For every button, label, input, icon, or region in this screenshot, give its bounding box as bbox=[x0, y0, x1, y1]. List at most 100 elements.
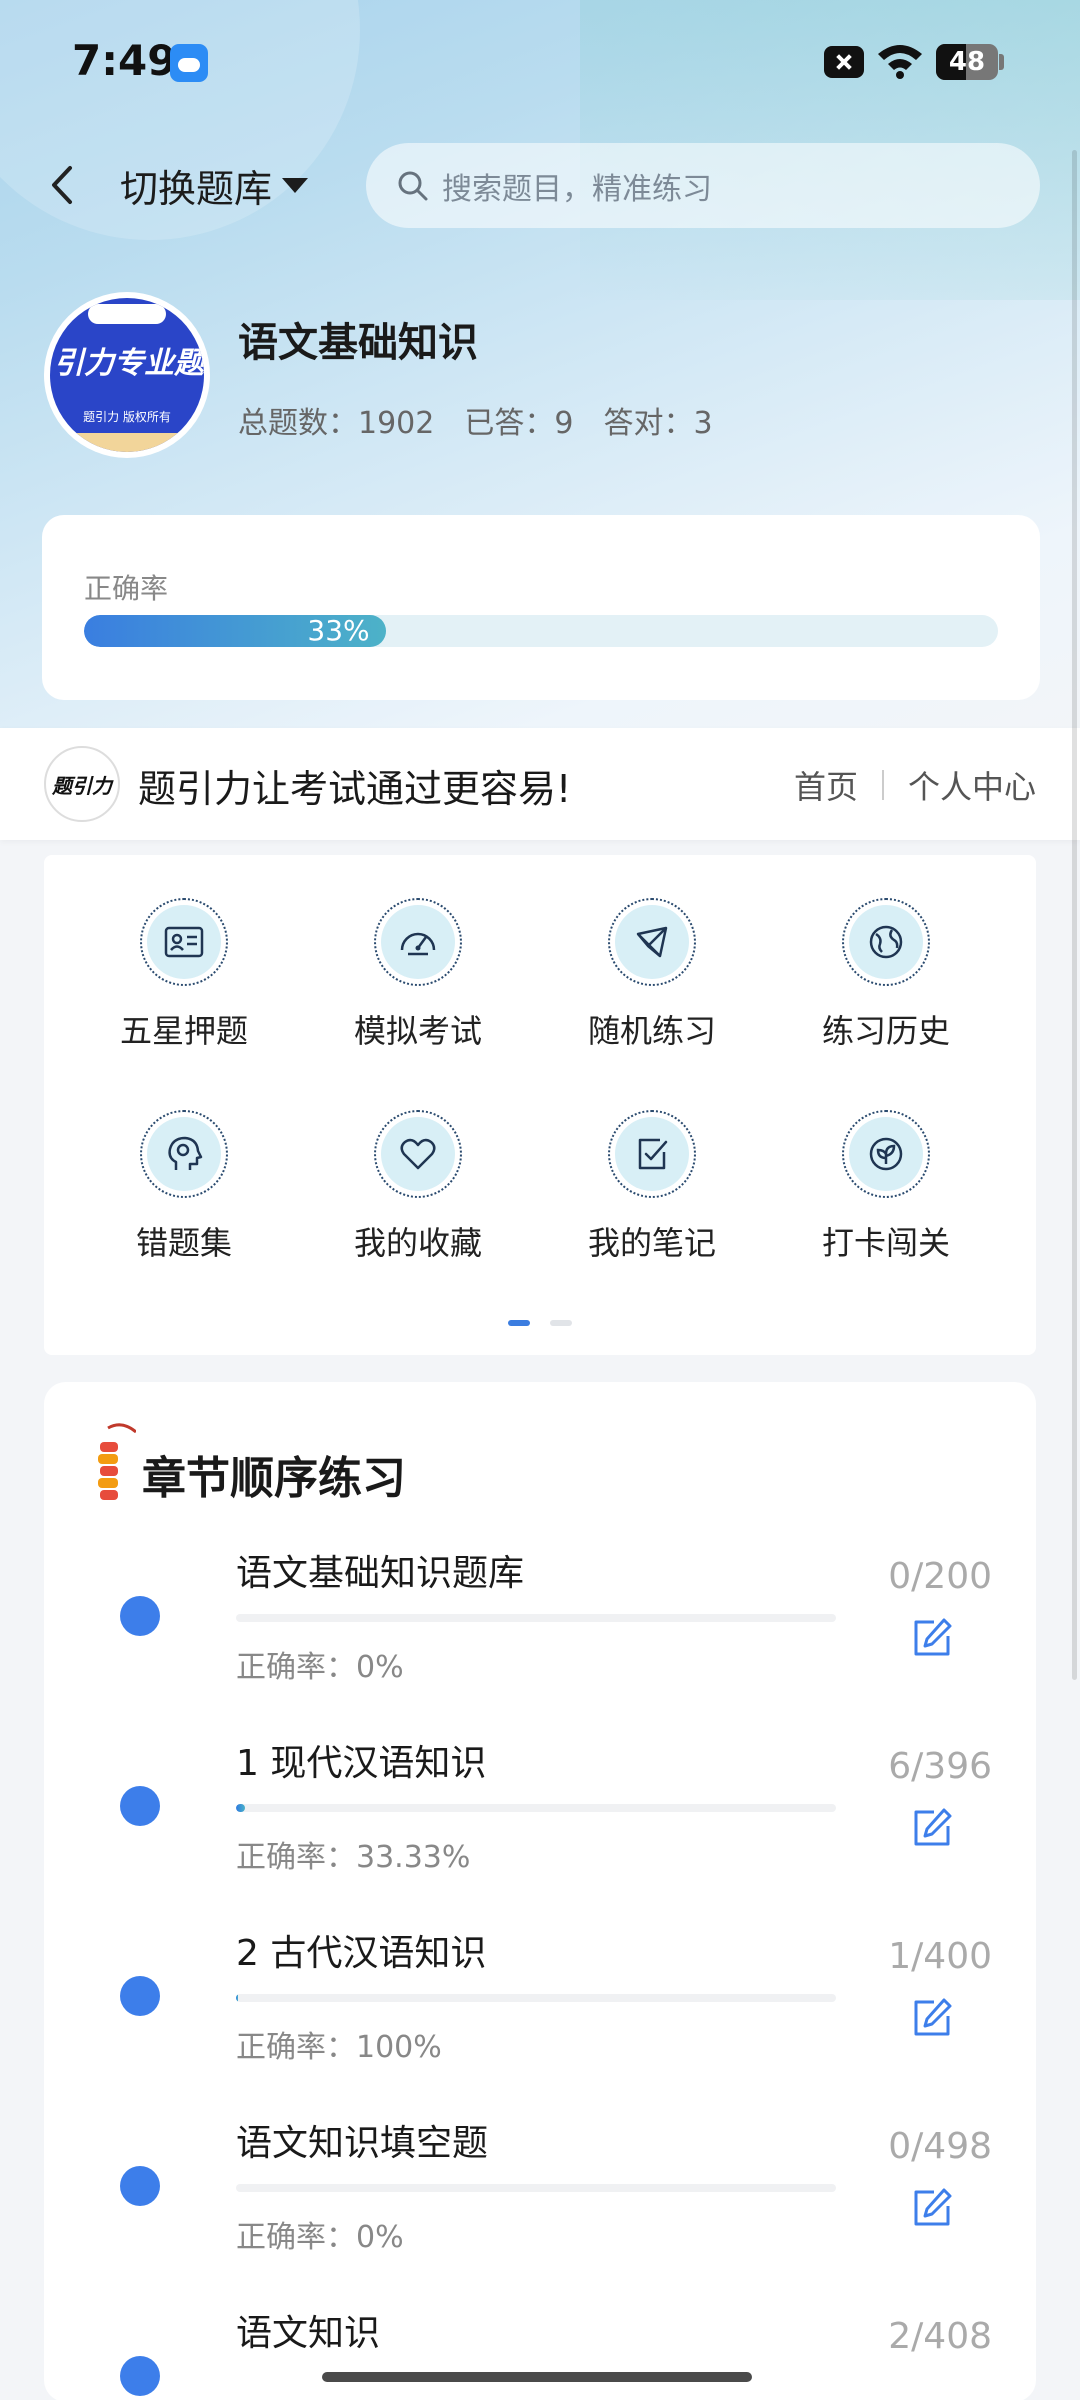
feature-label: 模拟考试 bbox=[353, 1012, 482, 1050]
search-icon bbox=[398, 171, 428, 200]
chapter-bullet bbox=[120, 1976, 160, 2016]
nav-profile-link[interactable]: 个人中心 bbox=[908, 762, 1036, 808]
firecracker-icon bbox=[98, 1423, 136, 1500]
chapter-progress-fill bbox=[236, 1994, 238, 2002]
accuracy-label: 正确率 bbox=[84, 572, 169, 605]
chapter-count: 1/400 bbox=[888, 1936, 992, 1977]
switch-bank-label: 切换题库 bbox=[120, 166, 273, 211]
leaf-badge-icon bbox=[869, 1137, 903, 1171]
chapter-accuracy: 正确率：0% bbox=[236, 1650, 404, 1685]
feature-mock-exam[interactable]: 模拟考试 bbox=[323, 898, 513, 1052]
chapter-accuracy: 正确率：33.33% bbox=[236, 1840, 471, 1875]
bank-logo-subtitle: 题引力 版权所有 bbox=[83, 410, 171, 424]
chapter-section-title: 章节顺序练习 bbox=[142, 1453, 406, 1504]
feature-label: 随机练习 bbox=[587, 1012, 716, 1050]
note-check-icon bbox=[638, 1138, 668, 1170]
edit-icon[interactable] bbox=[910, 2186, 954, 2230]
chapter-name: 2 古代汉语知识 bbox=[236, 1933, 487, 1974]
feature-label: 练习历史 bbox=[821, 1012, 950, 1050]
page-dot bbox=[550, 1320, 572, 1326]
chapter-count: 0/498 bbox=[888, 2126, 992, 2167]
chapter-progress-track bbox=[236, 2184, 836, 2192]
answered-count: 已答：9 bbox=[464, 406, 574, 441]
chapter-name: 语文知识 bbox=[236, 2313, 381, 2354]
battery-icon: 48 bbox=[936, 44, 998, 80]
bank-title: 语文基础知识 bbox=[238, 320, 478, 366]
page-indicator bbox=[508, 1320, 572, 1326]
bank-logo-title: 引力专业题 bbox=[54, 346, 204, 381]
chapter-row[interactable]: 2 古代汉语知识 正确率：100% 1/400 bbox=[44, 1924, 1036, 2114]
gauge-icon bbox=[400, 932, 436, 956]
chapter-bullet bbox=[120, 2356, 160, 2396]
chapter-bullet bbox=[120, 2166, 160, 2206]
search-placeholder: 搜索题目，精准练习 bbox=[442, 171, 712, 207]
chapter-row[interactable]: 语文知识 2/408 bbox=[44, 2304, 1036, 2400]
caret-down-icon bbox=[282, 177, 309, 193]
chapter-row[interactable]: 1 现代汉语知识 正确率：33.33% 6/396 bbox=[44, 1734, 1036, 1924]
chapter-count: 6/396 bbox=[888, 1746, 992, 1787]
battery-level: 48 bbox=[948, 47, 986, 77]
chapter-progress-track bbox=[236, 1804, 836, 1812]
slogan-text: 题引力让考试通过更容易! bbox=[138, 767, 572, 811]
chapter-count: 2/408 bbox=[888, 2316, 992, 2357]
battery-tip bbox=[999, 54, 1004, 70]
edit-icon[interactable] bbox=[910, 1616, 954, 1660]
chapter-name: 语文基础知识题库 bbox=[236, 1553, 525, 1594]
feature-favorites[interactable]: 我的收藏 bbox=[323, 1110, 513, 1264]
chapter-count: 0/200 bbox=[888, 1556, 992, 1597]
feature-history[interactable]: 练习历史 bbox=[791, 898, 981, 1052]
heart-icon bbox=[400, 1138, 436, 1170]
chapter-row[interactable]: 语文知识填空题 正确率：0% 0/498 bbox=[44, 2114, 1036, 2304]
switch-bank-dropdown[interactable]: 切换题库 bbox=[120, 155, 309, 215]
edit-icon[interactable] bbox=[910, 1806, 954, 1850]
feature-label: 五星押题 bbox=[119, 1012, 248, 1050]
slogan-bar: 题引力 题引力让考试通过更容易! 首页 个人中心 bbox=[0, 728, 1080, 840]
chapter-row[interactable]: 语文基础知识题库 正确率：0% 0/200 bbox=[44, 1544, 1036, 1734]
shuffle-icon bbox=[636, 926, 668, 958]
slogan-nav: 首页 个人中心 bbox=[794, 762, 1036, 808]
nav-home-link[interactable]: 首页 bbox=[794, 762, 858, 808]
back-arrow-icon[interactable] bbox=[40, 150, 90, 220]
status-time: 7:49 bbox=[72, 36, 177, 85]
weather-app-icon bbox=[170, 44, 208, 82]
accuracy-card: 正确率 33% bbox=[42, 515, 1040, 700]
search-input[interactable]: 搜索题目，精准练习 bbox=[366, 143, 1040, 228]
chapter-accuracy: 正确率：0% bbox=[236, 2220, 404, 2255]
home-indicator[interactable] bbox=[322, 2372, 752, 2382]
chapter-progress-fill bbox=[236, 1804, 245, 1812]
feature-notes[interactable]: 我的笔记 bbox=[557, 1110, 747, 1264]
chapter-name: 1 现代汉语知识 bbox=[236, 1743, 487, 1784]
chapter-name: 语文知识填空题 bbox=[236, 2123, 489, 2164]
wifi-icon bbox=[878, 45, 922, 79]
accuracy-progress-track: 33% bbox=[84, 615, 998, 647]
total-count: 总题数：1902 bbox=[238, 406, 435, 441]
correct-count: 答对：3 bbox=[603, 406, 713, 441]
scrollbar[interactable] bbox=[1072, 150, 1077, 1680]
feature-label: 我的笔记 bbox=[587, 1224, 716, 1262]
feature-five-star[interactable]: 五星押题 bbox=[89, 898, 279, 1052]
globe-icon bbox=[869, 925, 903, 959]
feature-random-practice[interactable]: 随机练习 bbox=[557, 898, 747, 1052]
id-card-icon bbox=[164, 926, 204, 958]
head-icon bbox=[168, 1136, 203, 1170]
edit-icon[interactable] bbox=[910, 1996, 954, 2040]
chapter-bullet bbox=[120, 1786, 160, 1826]
page-dot-active bbox=[508, 1320, 530, 1326]
feature-label: 打卡闯关 bbox=[821, 1224, 950, 1262]
nav-divider bbox=[881, 770, 884, 800]
accuracy-value: 33% bbox=[307, 615, 370, 647]
chapter-practice-card: 章节顺序练习 语文基础知识题库 正确率：0% 0/200 1 现代汉语知识 正确… bbox=[44, 1382, 1036, 2400]
chapter-progress-track bbox=[236, 1994, 836, 2002]
chapter-progress-track bbox=[236, 1614, 836, 1622]
chapter-accuracy: 正确率：100% bbox=[236, 2030, 442, 2065]
bank-stats: 总题数：1902 已答：9 答对：3 bbox=[238, 398, 713, 442]
feature-label: 错题集 bbox=[135, 1224, 232, 1262]
feature-grid: 五星押题 模拟考试 随机练习 练习历史 错题集 我的收藏 我的笔记 打卡闯关 bbox=[44, 855, 1036, 1355]
status-bar: 7:49 48 bbox=[0, 0, 1080, 125]
feature-wrong-questions[interactable]: 错题集 bbox=[89, 1110, 279, 1264]
feature-label: 我的收藏 bbox=[353, 1224, 482, 1262]
chapter-bullet bbox=[120, 1596, 160, 1636]
no-sim-icon bbox=[824, 46, 864, 78]
bank-logo: 引力专业题 题引力 版权所有 bbox=[44, 292, 210, 458]
feature-check-in[interactable]: 打卡闯关 bbox=[791, 1110, 981, 1264]
